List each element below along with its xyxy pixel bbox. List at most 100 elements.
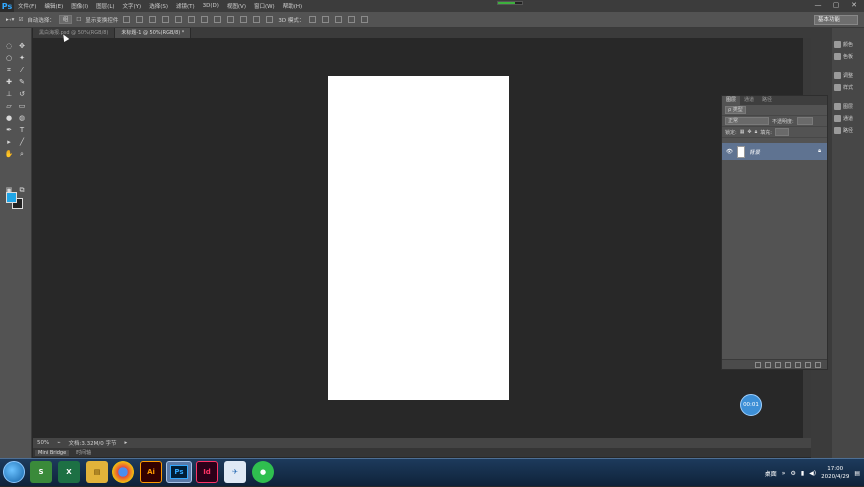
tab-paths[interactable]: 路径	[758, 96, 776, 105]
brush-icon[interactable]: ✎	[17, 78, 27, 87]
lock-pixels-icon[interactable]: ▦	[740, 129, 745, 135]
status-menu-arrow-icon[interactable]: ▸	[125, 440, 128, 446]
3d-slide-icon[interactable]	[348, 16, 356, 23]
menu-image[interactable]: 图像(I)	[67, 2, 92, 10]
notification-icon[interactable]: ▤	[854, 470, 860, 477]
lasso-icon[interactable]: ○	[4, 54, 14, 63]
eyedropper-icon[interactable]: ⁄	[17, 66, 27, 75]
screen-mode-icon[interactable]: ⧉	[17, 186, 27, 195]
type-icon[interactable]: T	[17, 126, 27, 135]
visibility-eye-icon[interactable]: 👁︎	[726, 149, 733, 155]
workspace-select[interactable]: 基本功能	[814, 15, 858, 25]
strip-adjustments[interactable]: 调整	[834, 69, 864, 81]
tray-app-icon[interactable]: ⚙	[790, 470, 795, 477]
taskbar-app-1-icon[interactable]: S	[30, 461, 52, 483]
adjustment-layer-icon[interactable]	[785, 361, 791, 368]
excel-icon[interactable]: X	[58, 461, 80, 483]
3d-rotate-icon[interactable]	[309, 16, 317, 23]
distribute-middle-icon[interactable]	[214, 16, 222, 23]
dodge-icon[interactable]: ◍	[17, 114, 27, 123]
distribute-top-icon[interactable]	[201, 16, 209, 23]
auto-select-dropdown[interactable]: 组	[58, 15, 73, 24]
bird-app-icon[interactable]: ✈	[224, 461, 246, 483]
auto-select-checkbox[interactable]: ☑	[18, 17, 23, 23]
new-group-icon[interactable]	[795, 361, 801, 368]
hand-icon[interactable]: ✋	[4, 150, 14, 159]
menu-filter[interactable]: 滤镜(T)	[172, 2, 199, 10]
distribute-left-icon[interactable]	[240, 16, 248, 23]
close-button[interactable]: ✕	[846, 0, 862, 10]
strip-swatches[interactable]: 色板	[834, 50, 864, 62]
gradient-icon[interactable]: ▭	[17, 102, 27, 111]
history-brush-icon[interactable]: ↺	[17, 90, 27, 99]
fill-field[interactable]	[774, 128, 789, 136]
align-bottom-icon[interactable]	[149, 16, 157, 23]
clock[interactable]: 17:00 2020/4/29	[821, 465, 849, 481]
align-top-icon[interactable]	[123, 16, 131, 23]
canvas-area[interactable]	[33, 38, 803, 438]
menu-file[interactable]: 文件(F)	[14, 2, 40, 10]
desktop-label[interactable]: 桌面	[765, 469, 777, 478]
magic-wand-icon[interactable]: ✦	[17, 54, 27, 63]
strip-layers[interactable]: 图层	[834, 100, 864, 112]
delete-layer-icon[interactable]	[815, 361, 821, 368]
opacity-field[interactable]	[796, 117, 813, 125]
3d-pan-icon[interactable]	[335, 16, 343, 23]
volume-icon[interactable]: ◀)	[809, 470, 816, 477]
distribute-bottom-icon[interactable]	[227, 16, 235, 23]
folder-icon[interactable]: ▤	[86, 461, 108, 483]
stamp-icon[interactable]: ⊥	[4, 90, 14, 99]
healing-icon[interactable]: ✚	[4, 78, 14, 87]
tab-channels[interactable]: 通道	[740, 96, 758, 105]
link-layers-icon[interactable]	[755, 361, 761, 368]
crop-icon[interactable]: ⌗	[4, 66, 14, 75]
3d-roll-icon[interactable]	[322, 16, 330, 23]
illustrator-icon[interactable]: Ai	[140, 461, 162, 483]
menu-layer[interactable]: 图层(L)	[92, 2, 118, 10]
zoom-icon[interactable]: ⌕	[17, 150, 27, 159]
pen-icon[interactable]: ✒	[4, 126, 14, 135]
align-center-icon[interactable]	[175, 16, 183, 23]
document-canvas[interactable]	[328, 76, 509, 400]
foreground-color-swatch[interactable]	[6, 192, 17, 203]
tab-document-1[interactable]: 黑白海报.psd @ 50%(RGB/8)	[33, 28, 116, 38]
move-tool-preset-icon[interactable]: ▸₊▾	[6, 17, 14, 23]
layer-filter-dropdown[interactable]: ρ 类型	[725, 106, 746, 114]
show-transform-checkbox[interactable]: ☐	[76, 17, 81, 23]
layer-row[interactable]: 👁︎ 背景 🔒︎	[722, 143, 827, 160]
align-right-icon[interactable]	[188, 16, 196, 23]
strip-color[interactable]: 颜色	[834, 38, 864, 50]
indesign-icon[interactable]: Id	[196, 461, 218, 483]
chrome-icon[interactable]	[112, 461, 134, 483]
align-left-icon[interactable]	[162, 16, 170, 23]
add-mask-icon[interactable]	[775, 361, 781, 368]
marquee-icon[interactable]: ◌	[4, 42, 14, 51]
strip-channels[interactable]: 通道	[834, 112, 864, 124]
distribute-center-icon[interactable]	[253, 16, 261, 23]
menu-3d[interactable]: 3D(D)	[199, 3, 223, 9]
blend-mode-dropdown[interactable]: 正常	[725, 117, 769, 125]
3d-scale-icon[interactable]	[361, 16, 369, 23]
tab-timeline[interactable]: 时间轴	[73, 449, 94, 456]
align-middle-icon[interactable]	[136, 16, 144, 23]
menu-type[interactable]: 文字(Y)	[119, 2, 146, 10]
menu-select[interactable]: 选择(S)	[145, 2, 172, 10]
maximize-button[interactable]: ▢	[828, 0, 844, 10]
menu-edit[interactable]: 编辑(E)	[40, 2, 67, 10]
new-layer-icon[interactable]	[805, 361, 811, 368]
network-icon[interactable]: ▮	[801, 470, 804, 477]
green-app-icon[interactable]: ●	[252, 461, 274, 483]
strip-paths[interactable]: 路径	[834, 124, 864, 136]
photoshop-taskbar-button[interactable]: Ps	[166, 461, 192, 483]
path-select-icon[interactable]: ▸	[4, 138, 14, 147]
minimize-button[interactable]: —	[810, 0, 826, 10]
tray-expand-icon[interactable]: »	[782, 470, 786, 477]
lock-position-icon[interactable]: ✥	[747, 129, 751, 135]
tab-mini-bridge[interactable]: Mini Bridge	[35, 449, 70, 456]
fx-icon[interactable]	[765, 361, 771, 368]
menu-window[interactable]: 窗口(W)	[250, 2, 279, 10]
lock-all-icon[interactable]: 🔒︎	[755, 129, 758, 135]
eraser-icon[interactable]: ▱	[4, 102, 14, 111]
blur-icon[interactable]: ●	[4, 114, 14, 123]
menu-help[interactable]: 帮助(H)	[279, 2, 306, 10]
